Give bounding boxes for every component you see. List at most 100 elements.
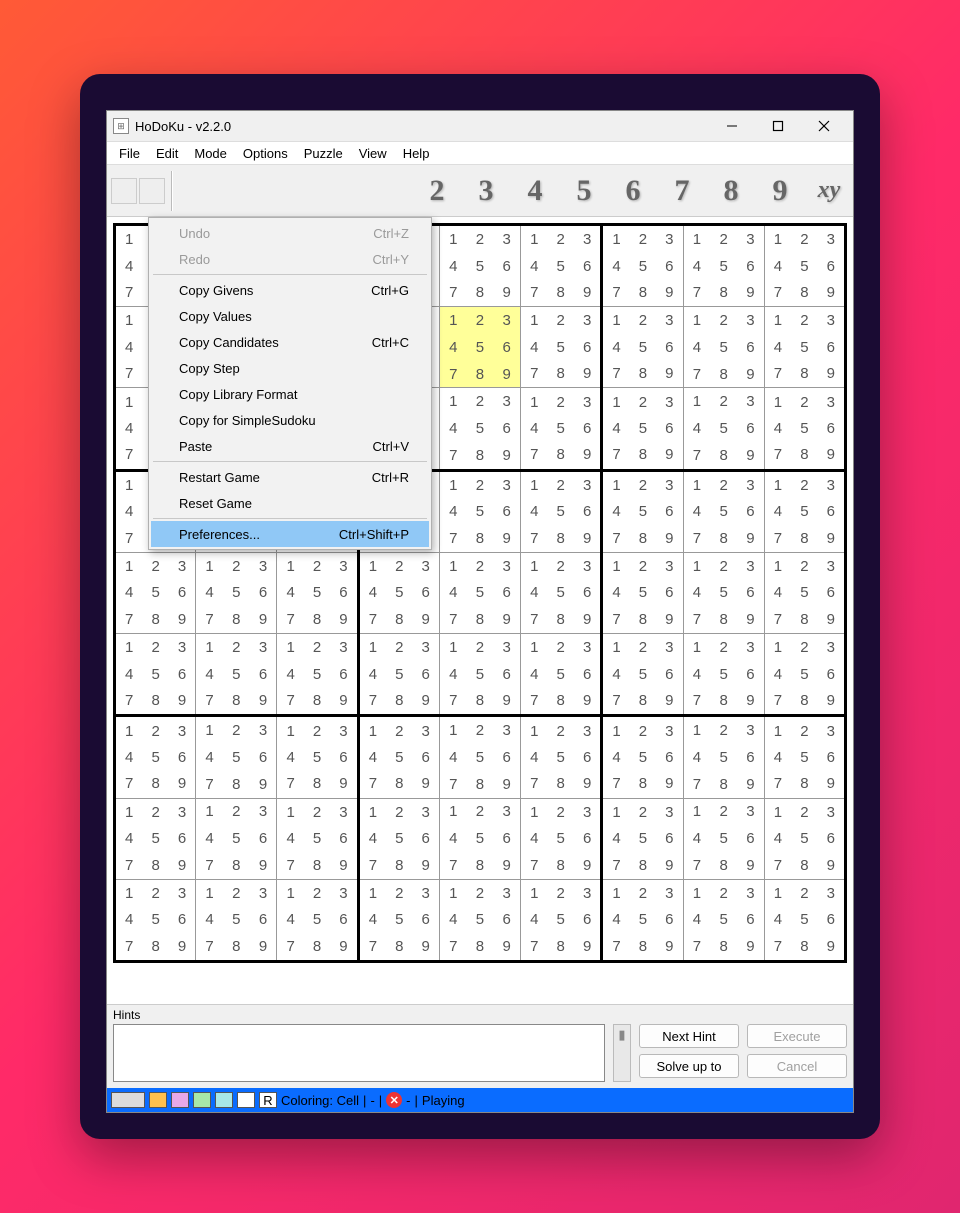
sudoku-cell[interactable]: 123456789 [765,226,844,305]
sudoku-cell[interactable]: 123456789 [603,880,682,959]
sudoku-cell[interactable]: 123456789 [360,635,439,714]
menu-item-paste[interactable]: PasteCtrl+V [151,433,429,459]
menu-mode[interactable]: Mode [186,144,235,163]
solve-up-to-button[interactable]: Solve up to [639,1054,739,1078]
pick-3[interactable]: 3 [466,174,506,208]
sudoku-cell[interactable]: 123456789 [521,227,600,306]
menu-edit[interactable]: Edit [148,144,186,163]
sudoku-cell[interactable]: 123456789 [521,553,600,632]
sudoku-cell[interactable]: 123456789 [603,799,682,878]
sudoku-cell[interactable]: 123456789 [360,553,439,632]
sudoku-cell[interactable]: 123456789 [196,553,276,633]
sudoku-cell[interactable]: 123456789 [521,308,600,387]
sudoku-cell[interactable]: 123456789 [277,635,356,714]
menu-puzzle[interactable]: Puzzle [296,144,351,163]
sudoku-cell[interactable]: 123456789 [116,799,195,878]
sudoku-cell[interactable]: 123456789 [521,799,600,878]
sudoku-cell[interactable]: 123456789 [765,635,844,714]
maximize-button[interactable] [755,112,801,140]
menu-item-copy-candidates[interactable]: Copy CandidatesCtrl+C [151,329,429,355]
sudoku-cell[interactable]: 123456789 [765,553,844,632]
menu-file[interactable]: File [111,144,148,163]
sudoku-cell[interactable]: 123456789 [521,880,600,959]
pick-5[interactable]: 5 [564,174,604,208]
sudoku-cell[interactable]: 123456789 [116,880,195,959]
pick-7[interactable]: 7 [662,174,702,208]
sudoku-cell[interactable]: 123456789 [684,553,764,633]
next-hint-button[interactable]: Next Hint [639,1024,739,1048]
sudoku-cell[interactable]: 123456789 [440,307,520,387]
menu-item-copy-step[interactable]: Copy Step [151,355,429,381]
sudoku-cell[interactable]: 123456789 [521,389,600,468]
menu-item-preferences[interactable]: Preferences...Ctrl+Shift+P [151,521,429,547]
sudoku-cell[interactable]: 123456789 [603,718,682,797]
close-button[interactable] [801,112,847,140]
sudoku-cell[interactable]: 123456789 [277,718,356,797]
menu-item-copy-library-format[interactable]: Copy Library Format [151,381,429,407]
menu-item-undo[interactable]: UndoCtrl+Z [151,220,429,246]
status-swatch[interactable] [149,1092,167,1108]
pick-xy[interactable]: xy [809,177,849,204]
sudoku-cell[interactable]: 123456789 [277,553,356,632]
pick-9[interactable]: 9 [760,174,800,208]
sudoku-cell[interactable]: 123456789 [360,718,439,797]
menu-item-restart-game[interactable]: Restart GameCtrl+R [151,464,429,490]
sudoku-cell[interactable]: 123456789 [684,307,764,387]
sudoku-cell[interactable]: 123456789 [196,634,276,714]
sudoku-cell[interactable]: 123456789 [603,389,682,468]
minimize-button[interactable] [709,112,755,140]
sudoku-cell[interactable]: 123456789 [116,553,195,632]
status-swatch[interactable] [215,1092,233,1108]
sudoku-cell[interactable]: 123456789 [684,634,764,714]
status-swatch[interactable] [171,1092,189,1108]
sudoku-cell[interactable]: 123456789 [684,388,764,468]
toolbar-button-2[interactable] [139,178,165,204]
sudoku-cell[interactable]: 123456789 [521,718,600,797]
sudoku-cell[interactable]: 123456789 [765,799,844,878]
status-r-box[interactable]: R [259,1092,277,1108]
pick-8[interactable]: 8 [711,174,751,208]
sudoku-cell[interactable]: 123456789 [116,718,195,797]
menu-help[interactable]: Help [395,144,438,163]
hints-textarea[interactable] [113,1024,605,1082]
sudoku-cell[interactable]: 123456789 [603,308,682,387]
sudoku-cell[interactable]: 123456789 [277,799,356,878]
sudoku-cell[interactable]: 123456789 [440,388,520,468]
sudoku-cell[interactable]: 123456789 [116,635,195,714]
sudoku-cell[interactable]: 123456789 [277,880,356,959]
sudoku-cell[interactable]: 123456789 [440,880,520,960]
status-swatch[interactable] [111,1092,145,1108]
sudoku-cell[interactable]: 123456789 [684,799,764,879]
sudoku-cell[interactable]: 123456789 [440,472,520,552]
sudoku-cell[interactable]: 123456789 [440,226,520,306]
pick-2[interactable]: 2 [417,174,457,208]
sudoku-cell[interactable]: 123456789 [196,799,276,879]
sudoku-cell[interactable]: 123456789 [765,472,844,551]
sudoku-cell[interactable]: 123456789 [684,472,764,552]
sudoku-cell[interactable]: 123456789 [765,308,844,387]
sudoku-cell[interactable]: 123456789 [196,717,276,797]
menu-item-copy-values[interactable]: Copy Values [151,303,429,329]
menu-view[interactable]: View [351,144,395,163]
error-icon[interactable]: ✕ [386,1092,402,1108]
status-swatch[interactable] [193,1092,211,1108]
sudoku-cell[interactable]: 123456789 [196,880,276,960]
sudoku-cell[interactable]: 123456789 [360,880,439,959]
sudoku-cell[interactable]: 123456789 [440,553,520,633]
sudoku-cell[interactable]: 123456789 [603,227,682,306]
pick-4[interactable]: 4 [515,174,555,208]
sudoku-cell[interactable]: 123456789 [440,634,520,714]
sudoku-cell[interactable]: 123456789 [684,717,764,797]
menu-item-redo[interactable]: RedoCtrl+Y [151,246,429,272]
sudoku-cell[interactable]: 123456789 [440,717,520,797]
sudoku-cell[interactable]: 123456789 [684,880,764,960]
hints-scrollbar[interactable]: ▮ [613,1024,631,1082]
sudoku-cell[interactable]: 123456789 [684,226,764,306]
execute-button[interactable]: Execute [747,1024,847,1048]
sudoku-cell[interactable]: 123456789 [521,635,600,714]
sudoku-cell[interactable]: 123456789 [765,389,844,468]
menu-options[interactable]: Options [235,144,296,163]
sudoku-cell[interactable]: 123456789 [603,472,682,551]
sudoku-cell[interactable]: 123456789 [765,718,844,797]
menu-item-copy-givens[interactable]: Copy GivensCtrl+G [151,277,429,303]
